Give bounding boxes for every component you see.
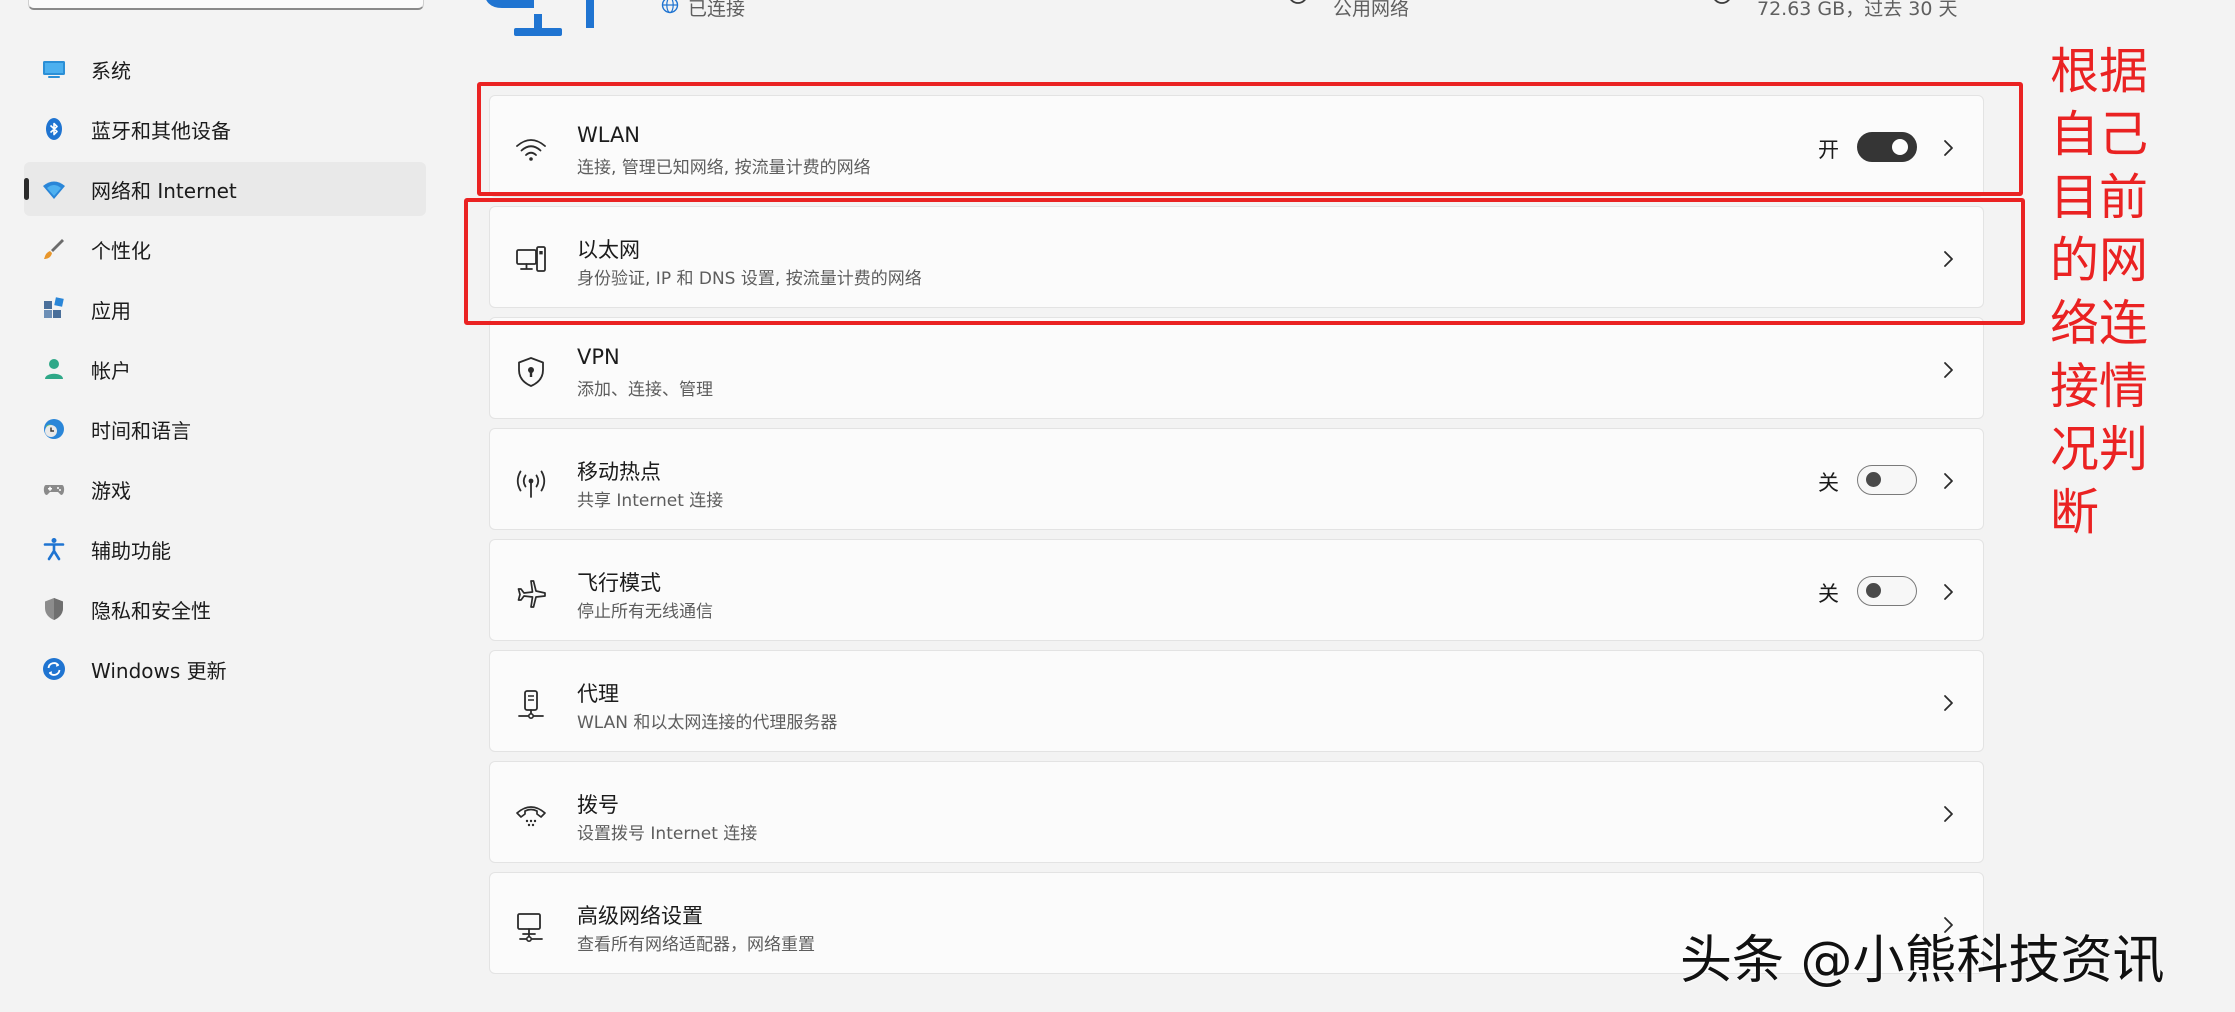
sidebar-item-label: 隐私和安全性 [91, 598, 211, 623]
display-icon [43, 61, 65, 78]
sidebar-item-accessibility[interactable]: 辅助功能 [24, 522, 426, 576]
sidebar-item-accounts[interactable]: 帐户 [24, 342, 426, 396]
data-usage: 72.63 GB，过去 30 天 [1757, 0, 1958, 20]
sidebar-item-personalization[interactable]: 个性化 [24, 222, 426, 276]
sidebar-item-label: 辅助功能 [91, 538, 171, 563]
sidebar-item-label: 个性化 [91, 238, 151, 263]
proxy-title: 代理 [577, 682, 619, 706]
airplane-icon [517, 580, 546, 608]
airplane-mode-card[interactable]: 飞行模式 停止所有无线通信 关 [489, 539, 1984, 641]
airplane-mode-title: 飞行模式 [577, 571, 661, 595]
mobile-hotspot-toggle-label: 关 [1818, 471, 1839, 495]
mobile-hotspot-subtitle: 共享 Internet 连接 [577, 491, 724, 511]
sidebar: 系统 蓝牙和其他设备 网络和 Internet 个性化 应用 帐户 时间和语言 … [0, 0, 440, 1012]
airplane-mode-subtitle: 停止所有无线通信 [577, 602, 713, 622]
dialup-card[interactable]: 拨号 设置拨号 Internet 连接 [489, 761, 1984, 863]
chevron-right-icon [1944, 584, 1953, 600]
sidebar-item-label: 应用 [91, 298, 131, 323]
chevron-right-icon [1944, 362, 1953, 378]
annotation-note: 根据自己目前的网络连接情况判断 [2050, 43, 2149, 541]
network-type: 公用网络 [1333, 0, 1410, 20]
accessibility-icon [43, 538, 65, 561]
network-type-icon [1290, 0, 1306, 4]
globe-icon [661, 0, 679, 14]
settings-window: 系统 蓝牙和其他设备 网络和 Internet 个性化 应用 帐户 时间和语言 … [0, 0, 2235, 1012]
sidebar-item-label: 网络和 Internet [91, 178, 237, 203]
airplane-mode-toggle-label: 关 [1818, 582, 1839, 606]
dialup-title: 拨号 [577, 793, 619, 817]
mobile-hotspot-title: 移动热点 [577, 460, 661, 484]
vpn-title: VPN [577, 345, 620, 369]
network-icon [43, 181, 65, 199]
chevron-right-icon [1944, 695, 1953, 711]
proxy-card[interactable]: 代理 WLAN 和以太网连接的代理服务器 [489, 650, 1984, 752]
connection-status: 已连接 [688, 0, 746, 20]
sidebar-item-label: 帐户 [91, 358, 131, 383]
computer-icon [486, 0, 594, 36]
apps-icon [44, 297, 64, 318]
advanced-network-icon [517, 913, 543, 942]
sidebar-item-apps[interactable]: 应用 [24, 282, 426, 336]
sidebar-item-label: 时间和语言 [91, 418, 191, 443]
sidebar-item-label: 蓝牙和其他设备 [91, 118, 231, 143]
sidebar-item-bluetooth[interactable]: 蓝牙和其他设备 [24, 102, 426, 156]
network-status-header: 已连接 公用网络 72.63 GB，过去 30 天 [0, 0, 2235, 60]
sidebar-item-windows-update[interactable]: Windows 更新 [24, 642, 426, 696]
advanced-network-subtitle: 查看所有网络适配器，网络重置 [577, 935, 815, 955]
sidebar-item-time-language[interactable]: 时间和语言 [24, 402, 426, 456]
proxy-subtitle: WLAN 和以太网连接的代理服务器 [577, 713, 838, 733]
update-icon [43, 658, 65, 680]
proxy-icon [518, 690, 544, 719]
vpn-shield-icon [518, 357, 544, 387]
mobile-hotspot-card[interactable]: 移动热点 共享 Internet 连接 关 [489, 428, 1984, 530]
data-usage-icon [1714, 0, 1730, 4]
shield-icon [45, 598, 63, 620]
airplane-mode-toggle[interactable] [1857, 576, 1917, 606]
bluetooth-icon [46, 118, 62, 140]
advanced-network-title: 高级网络设置 [577, 904, 703, 928]
person-icon [45, 359, 63, 379]
vpn-card[interactable]: VPN 添加、连接、管理 [489, 317, 1984, 419]
watermark: 头条 @小熊科技资讯 [1680, 931, 2165, 991]
sidebar-item-label: 游戏 [91, 478, 131, 503]
toggle-knob [1866, 472, 1881, 487]
gamepad-icon [43, 485, 65, 495]
chevron-right-icon [1944, 806, 1953, 822]
mobile-hotspot-toggle[interactable] [1857, 465, 1917, 495]
sidebar-item-network[interactable]: 网络和 Internet [24, 162, 426, 216]
sidebar-item-gaming[interactable]: 游戏 [24, 462, 426, 516]
brush-icon [44, 239, 64, 259]
dialup-icon [516, 806, 546, 827]
hotspot-icon [516, 470, 546, 498]
dialup-subtitle: 设置拨号 Internet 连接 [577, 824, 758, 844]
vpn-subtitle: 添加、连接、管理 [577, 380, 713, 400]
annotation-highlight-wlan [477, 82, 2023, 196]
sidebar-item-label: Windows 更新 [91, 658, 227, 683]
sidebar-item-privacy[interactable]: 隐私和安全性 [24, 582, 426, 636]
toggle-knob [1866, 583, 1881, 598]
annotation-highlight-ethernet [464, 198, 2025, 325]
clock-globe-icon [44, 419, 64, 439]
chevron-right-icon [1944, 473, 1953, 489]
